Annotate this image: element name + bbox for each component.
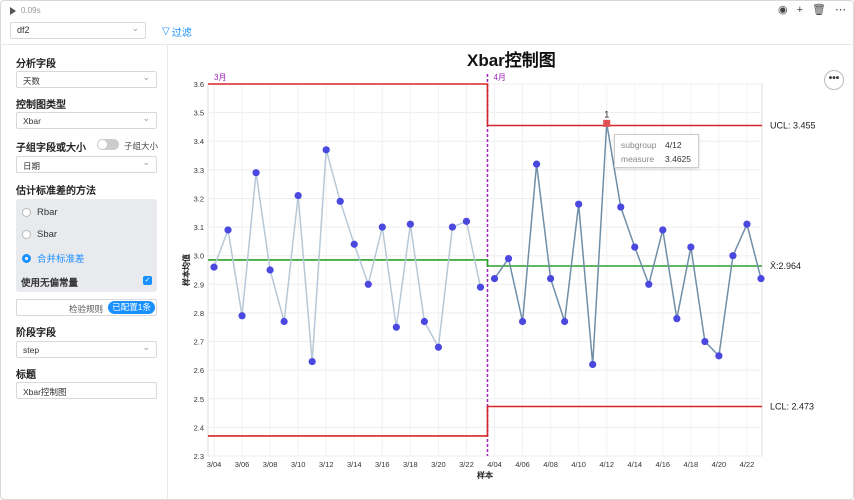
data-point [743, 220, 751, 228]
y-tick-label: 3.3 [194, 166, 204, 175]
y-tick-label: 2.8 [194, 309, 204, 318]
y-tick-label: 2.7 [194, 338, 204, 347]
x-tick-label: 4/08 [543, 460, 558, 469]
lcl-label: LCL: 2.473 [770, 401, 814, 411]
data-point [575, 200, 583, 208]
ucl-label: UCL: 3.455 [770, 120, 816, 130]
data-point [392, 323, 400, 331]
x-tick-label: 4/12 [599, 460, 614, 469]
y-tick-label: 3.5 [194, 109, 204, 118]
data-point [476, 283, 485, 291]
data-point [378, 223, 386, 231]
x-tick-label: 3/22 [459, 460, 474, 469]
y-tick-label: 3.6 [194, 80, 204, 89]
x-tick-label: 3/12 [319, 460, 334, 469]
x-tick-label: 4/04 [487, 460, 502, 469]
y-tick-label: 3.1 [194, 223, 204, 232]
x-tick-label: 3/18 [403, 460, 418, 469]
x-tick-label: 3/10 [291, 460, 306, 469]
data-point [406, 220, 414, 228]
data-point [462, 217, 471, 225]
data-point [322, 146, 330, 154]
data-point [729, 252, 737, 260]
violation-mark: 1 [604, 109, 609, 119]
x-tick-label: 4/06 [515, 460, 530, 469]
x-tick-label: 4/10 [571, 460, 586, 469]
data-point [617, 203, 625, 211]
x-tick-label: 4/22 [740, 460, 755, 469]
y-tick-label: 2.6 [194, 366, 204, 375]
y-tick-label: 2.5 [194, 395, 204, 404]
data-point [687, 243, 695, 251]
y-axis-title: 样本均值 [181, 254, 191, 286]
data-point [266, 266, 274, 274]
data-point [518, 317, 527, 326]
x-tick-label: 3/04 [207, 460, 222, 469]
ucl-line [208, 83, 762, 127]
phase-label-1: 3月 [214, 73, 226, 82]
data-point [280, 317, 288, 326]
x-axis-title: 样本 [477, 470, 493, 480]
data-point [364, 280, 372, 288]
x-tick-label: 3/14 [347, 460, 362, 469]
data-point [673, 315, 681, 323]
tooltip-measure-label: measure [621, 154, 655, 164]
data-point [210, 263, 218, 271]
y-tick-label: 2.4 [194, 423, 204, 432]
data-point [701, 337, 709, 346]
data-point [631, 243, 639, 251]
y-tick-label: 2.3 [194, 452, 204, 461]
data-point [490, 274, 499, 283]
x-tick-label: 3/06 [235, 460, 250, 469]
data-point [350, 240, 358, 248]
x-tick-label: 3/16 [375, 460, 390, 469]
tooltip: subgroup 4/12 measure 3.4625 [614, 134, 699, 168]
lcl-line [208, 405, 762, 437]
data-point [504, 254, 513, 263]
data-point [294, 192, 302, 200]
x-tick-label: 3/08 [263, 460, 278, 469]
tooltip-subgroup-label: subgroup [621, 140, 657, 150]
data-point [757, 274, 765, 283]
x-tick-label: 4/18 [684, 460, 699, 469]
x-tick-label: 4/20 [712, 460, 727, 469]
data-point [238, 312, 246, 320]
data-point [252, 169, 260, 177]
data-point [659, 226, 667, 234]
data-point [308, 357, 316, 366]
data-point [715, 352, 723, 360]
data-point [434, 343, 443, 351]
data-point [645, 280, 653, 288]
tooltip-measure-value: 3.4625 [665, 154, 691, 164]
tooltip-subgroup-value: 4/12 [665, 140, 682, 150]
violation-point [603, 119, 611, 127]
data-point [547, 274, 555, 283]
y-tick-label: 3.2 [194, 194, 204, 203]
phase-label-2: 4月 [493, 73, 505, 82]
center-label: X̄:2.964 [770, 261, 801, 271]
data-point [532, 160, 541, 168]
x-tick-label: 4/14 [627, 460, 642, 469]
data-point [448, 223, 457, 231]
y-tick-label: 3.4 [194, 137, 204, 146]
data-point [336, 197, 344, 205]
data-point [224, 226, 232, 234]
data-point [589, 360, 597, 369]
y-tick-label: 2.9 [194, 280, 204, 289]
data-point [561, 317, 569, 326]
xbar-chart: 2.3 2.4 2.5 2.6 2.7 2.8 2.9 3.0 3.1 3.2 3.3 3.4 3.5 3… [181, 73, 816, 480]
data-point [420, 317, 428, 326]
x-tick-label: 4/16 [656, 460, 671, 469]
x-tick-label: 3/20 [431, 460, 446, 469]
y-tick-label: 3.0 [194, 252, 204, 261]
